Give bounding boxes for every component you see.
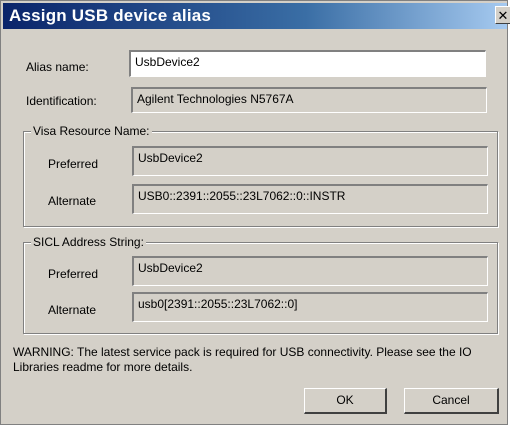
visa-preferred-label: Preferred (48, 157, 99, 171)
alias-name-label: Alias name: (26, 60, 89, 74)
sicl-preferred-label: Preferred (48, 267, 99, 281)
identification-field: Agilent Technologies N5767A (131, 87, 487, 113)
sicl-alternate-field: usb0[2391::2055::23L7062::0] (132, 292, 488, 322)
visa-group-title: Visa Resource Name: (31, 124, 152, 138)
sicl-group-title: SICL Address String: (31, 235, 146, 249)
sicl-preferred-field: UsbDevice2 (132, 256, 488, 286)
alias-name-input[interactable]: UsbDevice2 (129, 50, 486, 77)
visa-alternate-label: Alternate (48, 194, 97, 208)
visa-preferred-field: UsbDevice2 (132, 146, 488, 176)
close-icon[interactable]: ✕ (495, 6, 510, 24)
window-title: Assign USB device alias (9, 6, 212, 25)
sicl-alternate-label: Alternate (48, 303, 97, 317)
usb-warning-text: WARNING: The latest service pack is requ… (13, 345, 472, 374)
identification-label: Identification: (26, 94, 97, 108)
assign-usb-alias-dialog: Assign USB device alias ✕ Alias name: Us… (0, 0, 510, 425)
title-bar[interactable]: Assign USB device alias ✕ (3, 3, 510, 29)
ok-button[interactable]: OK (304, 388, 387, 414)
visa-alternate-field: USB0::2391::2055::23L7062::0::INSTR (132, 184, 488, 214)
cancel-button[interactable]: Cancel (404, 388, 499, 414)
